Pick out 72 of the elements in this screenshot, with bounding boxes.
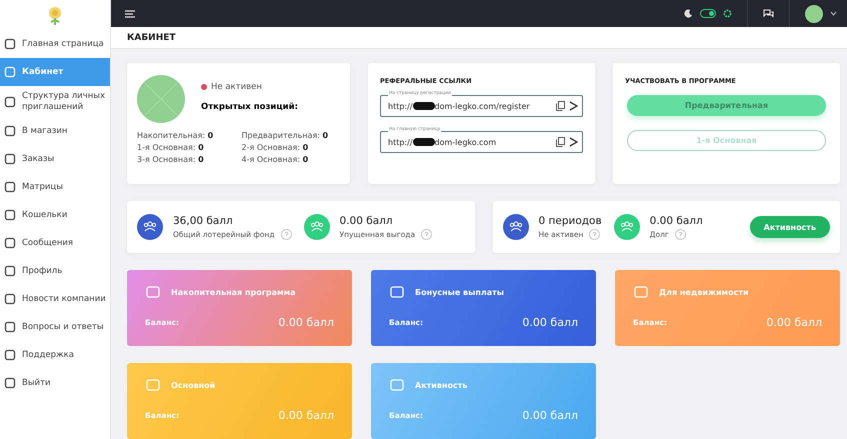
card-icon <box>389 284 405 300</box>
stat-value: 0.00 балл <box>650 214 703 226</box>
link-field[interactable]: http:// dom-legko.com <box>380 131 583 153</box>
sidebar-item[interactable]: Выйти <box>0 369 110 398</box>
menu-icon[interactable] <box>125 10 135 18</box>
sidebar-item[interactable]: Заказы <box>0 145 110 174</box>
balance-title: Для недвижимости <box>659 288 749 296</box>
menu-item-icon <box>4 38 16 50</box>
position-count: 4-я Основная: 0 <box>242 155 310 164</box>
menu-item-icon <box>4 349 16 362</box>
position-count: Накопительная: 0 <box>137 131 214 140</box>
link-prefix: http:// <box>388 102 413 110</box>
menu-item-icon <box>4 293 16 306</box>
balance-title: Бонусные выплаты <box>415 288 504 296</box>
sidebar-item[interactable]: Поддержка <box>0 341 110 370</box>
sidebar-item[interactable]: В магазин <box>0 117 110 146</box>
menu-item-icon <box>4 321 16 334</box>
menu-item-icon <box>4 377 16 390</box>
balance-amount: 0.00 балл <box>278 409 334 422</box>
balance-amount: 0.00 балл <box>278 316 334 329</box>
link-field[interactable]: http:// dom-legko.com/register <box>380 95 583 117</box>
balance-amount: 0.00 балл <box>522 316 578 329</box>
redaction-mark <box>412 138 435 146</box>
page-title: КАБИНЕТ <box>127 32 176 42</box>
menu-item-icon <box>4 209 16 222</box>
card-icon <box>145 284 161 300</box>
redaction-mark <box>412 102 435 110</box>
position-count: Предварительная: 0 <box>242 131 330 140</box>
card-icon <box>633 284 649 300</box>
menu-item-icon <box>4 237 16 250</box>
link-prefix: http:// <box>388 138 413 146</box>
sidebar-item[interactable]: Сообщения <box>0 229 110 258</box>
balance-amount: 0.00 балл <box>522 409 578 422</box>
copy-icon[interactable] <box>556 137 565 147</box>
balance-title: Накопительная программа <box>171 288 296 296</box>
stat-value: 0.00 балл <box>340 214 394 226</box>
sidebar-item[interactable]: Профиль <box>0 257 110 286</box>
share-icon[interactable] <box>569 137 578 147</box>
chevron-down-icon[interactable] <box>830 11 837 16</box>
copy-icon[interactable] <box>556 101 565 111</box>
sidebar-item[interactable]: Матрицы <box>0 173 110 202</box>
menu-item-icon <box>4 153 16 166</box>
moon-icon <box>684 9 693 18</box>
sidebar-item[interactable]: Кошельки <box>0 201 110 230</box>
sidebar-item[interactable]: Вопросы и ответы <box>0 313 110 342</box>
avatar-placeholder-icon <box>137 75 185 123</box>
card-icon <box>389 377 405 393</box>
sidebar-item[interactable]: Новости компании <box>0 285 110 314</box>
stat-value: 0 периодов <box>538 214 602 226</box>
theme-switch[interactable] <box>700 9 716 18</box>
position-count: 1-я Основная: 0 <box>137 143 205 152</box>
position-count: 3-я Основная: 0 <box>137 155 205 164</box>
position-count: 2-я Основная: 0 <box>242 143 310 152</box>
balance-amount: 0.00 балл <box>766 316 822 329</box>
balance-title: Основной <box>171 380 216 390</box>
sidebar-item[interactable]: Структура личных приглашений <box>0 86 110 118</box>
positions-title: Открытых позиций: <box>201 102 298 112</box>
user-avatar[interactable] <box>805 4 823 22</box>
menu-item-icon <box>4 125 16 138</box>
chat-icon[interactable] <box>763 9 774 18</box>
balance-title: Активность <box>415 380 468 390</box>
link-text: dom-legko.com/register <box>434 102 530 110</box>
card-icon <box>145 377 161 393</box>
stat-value: 36,00 балл <box>173 214 234 226</box>
menu-item-icon <box>4 265 16 278</box>
menu-item-icon <box>4 66 16 78</box>
status-text: Не активен <box>211 82 262 92</box>
menu-item-icon <box>4 181 16 194</box>
sidebar-item[interactable]: Главная страница <box>0 30 110 58</box>
menu-item-icon <box>4 96 16 108</box>
link-text: dom-legko.com <box>434 138 496 146</box>
share-icon[interactable] <box>569 101 578 111</box>
